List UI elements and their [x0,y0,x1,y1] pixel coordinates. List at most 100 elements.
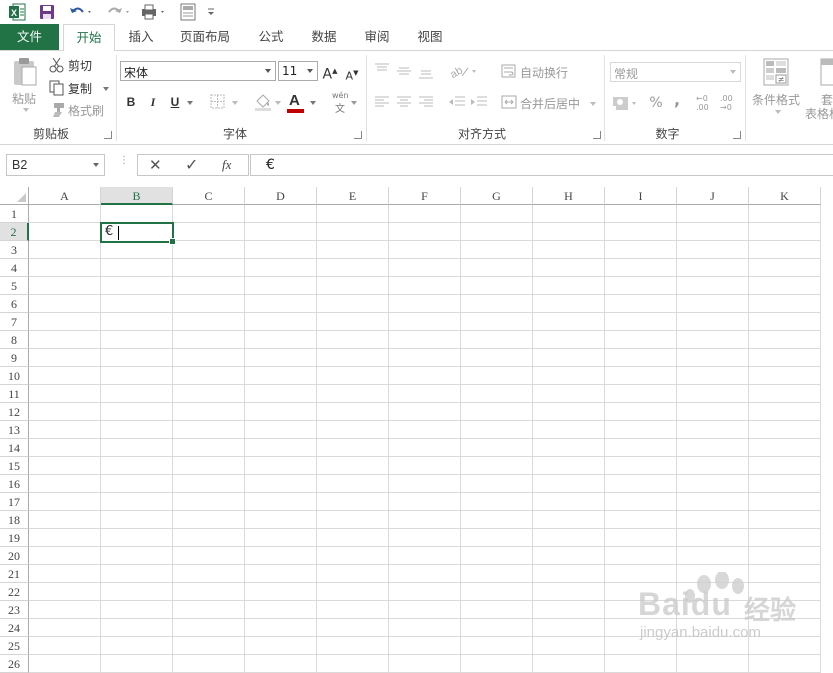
cell-h16[interactable] [533,475,605,493]
cell-d21[interactable] [245,565,317,583]
cell-d16[interactable] [245,475,317,493]
cell-a2[interactable] [29,223,101,241]
row-header-7[interactable]: 7 [0,313,29,331]
redo-icon[interactable] [106,3,132,21]
cell-h9[interactable] [533,349,605,367]
cell-h19[interactable] [533,529,605,547]
align-top-icon[interactable] [374,63,390,75]
cell-e14[interactable] [317,439,389,457]
cell-j7[interactable] [677,313,749,331]
cell-e23[interactable] [317,601,389,619]
row-header-8[interactable]: 8 [0,331,29,349]
column-header-c[interactable]: C [173,187,245,205]
cell-e9[interactable] [317,349,389,367]
cell-c7[interactable] [173,313,245,331]
number-format-select[interactable]: 常规 [610,62,741,82]
cell-h3[interactable] [533,241,605,259]
cell-c15[interactable] [173,457,245,475]
cell-d18[interactable] [245,511,317,529]
cell-c16[interactable] [173,475,245,493]
fill-color-dropdown-icon[interactable] [275,101,281,105]
cell-a11[interactable] [29,385,101,403]
cell-b3[interactable] [101,241,173,259]
cell-e13[interactable] [317,421,389,439]
cell-k6[interactable] [749,295,821,313]
cell-i26[interactable] [605,655,677,673]
row-header-11[interactable]: 11 [0,385,29,403]
cell-i19[interactable] [605,529,677,547]
cell-a5[interactable] [29,277,101,295]
cell-f16[interactable] [389,475,461,493]
cell-e19[interactable] [317,529,389,547]
cell-e1[interactable] [317,205,389,223]
cell-g13[interactable] [461,421,533,439]
cell-j9[interactable] [677,349,749,367]
cell-f17[interactable] [389,493,461,511]
cell-a21[interactable] [29,565,101,583]
cell-c23[interactable] [173,601,245,619]
cell-d23[interactable] [245,601,317,619]
clipboard-launcher-icon[interactable] [104,131,112,139]
row-header-19[interactable]: 19 [0,529,29,547]
insert-function-icon[interactable]: fx [222,157,231,173]
tab-insert[interactable]: 插入 [118,24,164,50]
cell-g11[interactable] [461,385,533,403]
wrap-text-button[interactable]: 自动换行 [500,63,580,81]
cell-d11[interactable] [245,385,317,403]
row-header-21[interactable]: 21 [0,565,29,583]
cell-h7[interactable] [533,313,605,331]
cell-e17[interactable] [317,493,389,511]
cell-b14[interactable] [101,439,173,457]
cell-c25[interactable] [173,637,245,655]
cell-e21[interactable] [317,565,389,583]
cell-d14[interactable] [245,439,317,457]
alignment-launcher-icon[interactable] [593,131,601,139]
cell-c21[interactable] [173,565,245,583]
cell-c18[interactable] [173,511,245,529]
cell-g14[interactable] [461,439,533,457]
cell-a23[interactable] [29,601,101,619]
formula-input[interactable]: € [250,154,833,176]
cell-g8[interactable] [461,331,533,349]
cell-e4[interactable] [317,259,389,277]
name-box[interactable]: B2 [6,154,105,176]
cell-e26[interactable] [317,655,389,673]
cell-a3[interactable] [29,241,101,259]
cell-c26[interactable] [173,655,245,673]
cell-g7[interactable] [461,313,533,331]
row-header-25[interactable]: 25 [0,637,29,655]
cell-i14[interactable] [605,439,677,457]
cell-f5[interactable] [389,277,461,295]
tab-data[interactable]: 数据 [300,24,348,50]
cell-a26[interactable] [29,655,101,673]
cell-g23[interactable] [461,601,533,619]
cell-c10[interactable] [173,367,245,385]
underline-button[interactable]: U [166,93,184,111]
cell-k10[interactable] [749,367,821,385]
cell-j5[interactable] [677,277,749,295]
cell-d3[interactable] [245,241,317,259]
cell-e8[interactable] [317,331,389,349]
cell-b13[interactable] [101,421,173,439]
column-header-a[interactable]: A [29,187,101,205]
cell-k19[interactable] [749,529,821,547]
cell-h24[interactable] [533,619,605,637]
cell-k20[interactable] [749,547,821,565]
cell-i20[interactable] [605,547,677,565]
cell-h25[interactable] [533,637,605,655]
number-launcher-icon[interactable] [733,131,741,139]
cell-d25[interactable] [245,637,317,655]
cell-f8[interactable] [389,331,461,349]
cell-d13[interactable] [245,421,317,439]
cell-i4[interactable] [605,259,677,277]
cell-h20[interactable] [533,547,605,565]
cell-g20[interactable] [461,547,533,565]
cell-g5[interactable] [461,277,533,295]
cell-b22[interactable] [101,583,173,601]
cell-f22[interactable] [389,583,461,601]
cell-d17[interactable] [245,493,317,511]
row-header-1[interactable]: 1 [0,205,29,223]
cell-k16[interactable] [749,475,821,493]
cell-k26[interactable] [749,655,821,673]
cell-c17[interactable] [173,493,245,511]
